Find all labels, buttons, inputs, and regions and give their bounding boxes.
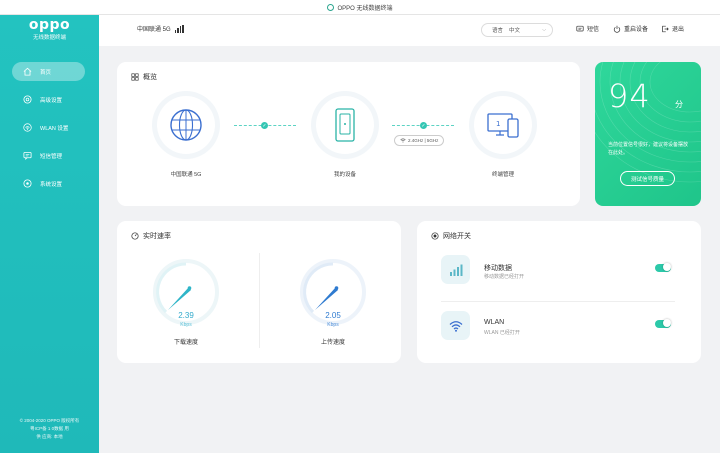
band-badge: 2.4GHz | 5GHz [394, 135, 445, 146]
mobile-data-name: 移动数据 [484, 265, 512, 272]
band-text: 2.4GHz | 5GHz [408, 138, 439, 143]
network-title: 网络开关 [431, 231, 471, 241]
sidebar-item-label: 系统设置 [40, 181, 63, 188]
wifi-icon [23, 123, 32, 132]
copyright-line: 粤ICP备 1 0数据 用 [30, 426, 69, 431]
divider [441, 301, 675, 302]
check-icon: ✓ [261, 122, 268, 129]
sms-icon [23, 151, 32, 160]
network-title-text: 网络开关 [443, 233, 471, 240]
wifi-icon [441, 311, 470, 340]
upload-speed-value: 2.05 [325, 311, 341, 320]
sidebar-item-sms[interactable]: 短信管理 [12, 146, 85, 165]
sidebar-item-wlan[interactable]: WLAN 设置 [12, 118, 85, 137]
sidebar-item-label: 首页 [40, 69, 52, 76]
speed-title: 实时速率 [131, 231, 171, 241]
logout-icon [662, 25, 669, 32]
sidebar-item-advanced[interactable]: 高级设置 [12, 90, 85, 109]
mobile-data-row: 移动数据 移动数据已经打开 [441, 255, 677, 291]
speedometer-icon [131, 232, 139, 240]
upload-speed-unit: Kbps [327, 322, 339, 328]
signal-strength-icon [174, 24, 184, 33]
overview-card: 概览 中国联通 5G ✓ 我的设备 ✓ 2.4GHz | 5GHz 1 终端管理 [117, 62, 580, 206]
check-icon: ✓ [420, 122, 427, 129]
speed-title-text: 实时速率 [143, 233, 171, 240]
mobile-data-toggle[interactable] [655, 263, 671, 272]
system-settings-icon [23, 179, 32, 188]
sidebar-item-system[interactable]: 系统设置 [12, 174, 85, 193]
network-card: 网络开关 移动数据 移动数据已经打开 WLAN WLAN 已经打开 [417, 221, 701, 363]
sidebar-item-label: 高级设置 [40, 97, 63, 104]
device-node [316, 96, 374, 154]
wlan-name: WLAN [484, 319, 505, 326]
wifi-small-icon [400, 138, 406, 143]
download-speed-value: 2.39 [178, 311, 194, 320]
reboot-button[interactable]: 重启设备 [613, 24, 648, 33]
reboot-label: 重启设备 [624, 27, 649, 33]
wlan-status: WLAN 已经打开 [484, 330, 520, 336]
brand-subtitle: 无线数据终端 [32, 35, 66, 41]
score-message: 当前位置信号很好，建议将设备摆放在此处。 [608, 142, 689, 156]
logout-button[interactable]: 退出 [661, 24, 684, 33]
signal-score-card: 94 分 当前位置信号很好，建议将设备摆放在此处。 测试信号质量 [595, 62, 701, 206]
score-unit: 分 [675, 100, 683, 109]
internet-label: 中国联通 5G [170, 172, 202, 178]
grid-icon [131, 73, 139, 81]
toggle-icon [431, 232, 439, 240]
chevron-down-icon: ⌵ [542, 27, 546, 33]
copyright: © 2004-2020 OPPO 版权所有 粤ICP备 1 0数据 用 供 应商… [0, 417, 99, 441]
terminal-node[interactable]: 1 [474, 96, 532, 154]
test-signal-button[interactable]: 测试信号质量 [620, 171, 675, 186]
terminal-label: 终端管理 [491, 172, 514, 178]
devices-icon: 1 [487, 113, 519, 138]
window-titlebar: OPPO 无线数据终端 [0, 0, 720, 15]
home-icon [23, 67, 32, 76]
sidebar-item-label: WLAN 设置 [40, 125, 69, 132]
carrier-name: 中国联通 5G [137, 27, 171, 33]
wlan-row: WLAN WLAN 已经打开 [441, 311, 677, 347]
sms-button[interactable]: 短信 [576, 24, 599, 33]
overview-title-text: 概览 [143, 74, 157, 81]
message-icon [576, 25, 584, 31]
carrier-status: 中国联通 5G [137, 24, 184, 33]
internet-node [157, 96, 215, 154]
router-icon [335, 108, 355, 142]
device-label: 我的设备 [333, 172, 356, 178]
cellular-icon [441, 255, 470, 284]
language-label: 语言 [492, 28, 504, 34]
mobile-data-status: 移动数据已经打开 [484, 274, 525, 280]
wlan-toggle[interactable] [655, 319, 671, 328]
sidebar: oppo 无线数据终端 首页 高级设置 WLAN 设置 短信管理 系统设置 © … [0, 15, 99, 453]
sms-label: 短信 [587, 27, 600, 33]
sidebar-item-label: 短信管理 [40, 153, 63, 160]
overview-title: 概览 [131, 72, 157, 82]
divider [259, 253, 260, 348]
advanced-settings-icon [23, 95, 32, 104]
svg-text:1: 1 [496, 120, 500, 128]
logout-label: 退出 [672, 27, 685, 33]
sidebar-nav: 首页 高级设置 WLAN 设置 短信管理 系统设置 [12, 62, 85, 202]
score-value: 94 [608, 77, 651, 115]
download-speed-label: 下载速度 [173, 340, 198, 346]
copyright-line: © 2004-2020 OPPO 版权所有 [19, 418, 80, 423]
globe-icon [170, 109, 202, 141]
upload-speed-label: 上传速度 [320, 340, 345, 346]
download-speed-unit: Kbps [180, 322, 192, 328]
brand-logo: oppo [28, 17, 71, 33]
speed-card: 实时速率 2.39 Kbps 下载速度 2.05 Kbps 上传速度 [117, 221, 401, 363]
brand: oppo 无线数据终端 [0, 17, 99, 41]
oppo-logo-icon [327, 3, 335, 11]
window-title: OPPO 无线数据终端 [337, 5, 393, 12]
power-icon [613, 25, 621, 33]
header: 中国联通 5G 语言 中文 ⌵ 短信 重启设备 退出 [99, 15, 720, 46]
language-value: 中文 [509, 28, 521, 34]
sidebar-item-home[interactable]: 首页 [12, 62, 85, 81]
language-select[interactable]: 语言 中文 ⌵ [481, 23, 553, 37]
copyright-line: 供 应商: 本地 [36, 434, 63, 439]
